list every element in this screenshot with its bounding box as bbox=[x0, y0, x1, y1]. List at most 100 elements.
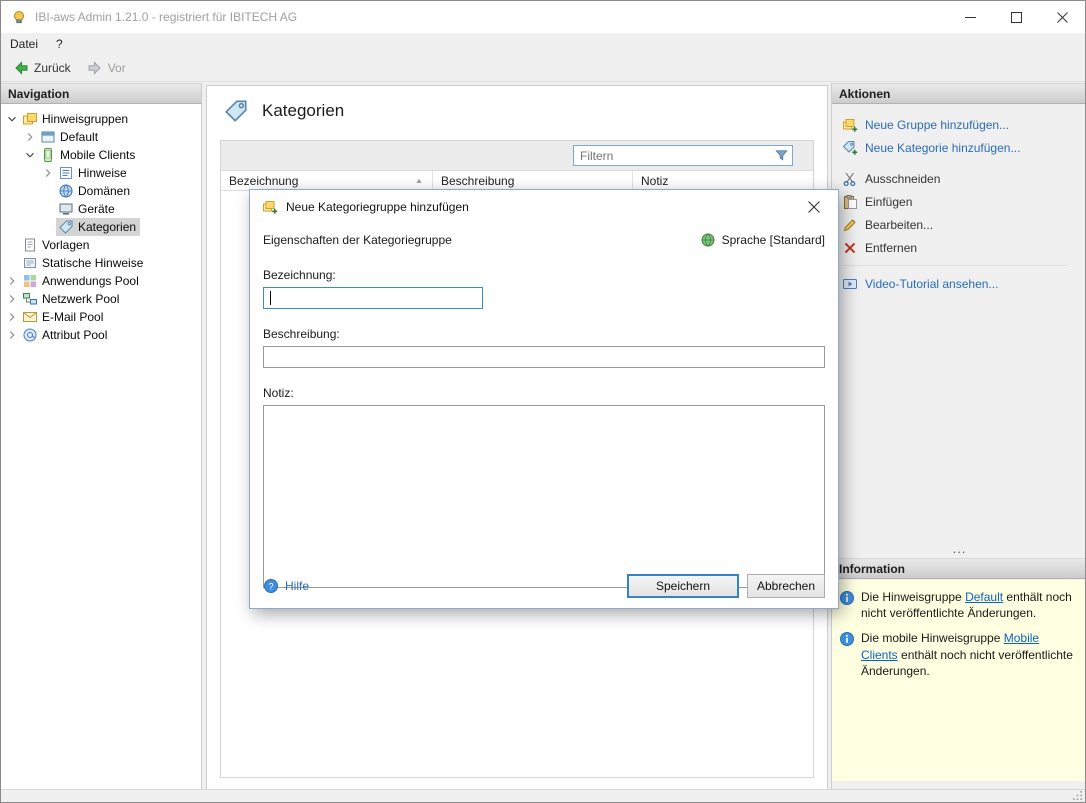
action-ausschneiden[interactable]: Ausschneiden bbox=[842, 167, 1081, 190]
menu-item-datei[interactable]: Datei bbox=[1, 33, 47, 55]
tree-item-vorlagen[interactable]: Vorlagen bbox=[1, 236, 201, 254]
action-video-tutorial-ansehen[interactable]: Video-Tutorial ansehen... bbox=[842, 272, 1081, 295]
action-label: Video-Tutorial ansehen... bbox=[865, 277, 998, 291]
bezeichnung-input[interactable] bbox=[263, 287, 483, 309]
tag-icon bbox=[58, 219, 74, 235]
tree-item-kategorien[interactable]: Kategorien bbox=[1, 218, 201, 236]
help-label: Hilfe bbox=[285, 579, 309, 593]
svg-text:?: ? bbox=[268, 581, 273, 591]
back-button[interactable]: Zurück bbox=[5, 55, 79, 81]
cut-icon bbox=[842, 171, 858, 187]
tree-item-hinweisgruppen[interactable]: Hinweisgruppen bbox=[1, 110, 201, 128]
dialog-body: Eigenschaften der Kategoriegruppe Sprach… bbox=[263, 224, 825, 562]
forward-button[interactable]: Vor bbox=[79, 55, 134, 81]
column-header-label: Bezeichnung bbox=[229, 174, 298, 188]
action-neue-kategorie-hinzufügen[interactable]: Neue Kategorie hinzufügen... bbox=[842, 136, 1081, 159]
column-header-notiz[interactable]: Notiz bbox=[633, 171, 813, 190]
tree-item-domänen[interactable]: Domänen bbox=[1, 182, 201, 200]
toolbar: Zurück Vor bbox=[1, 55, 1085, 82]
action-bearbeiten[interactable]: Bearbeiten... bbox=[842, 213, 1081, 236]
filter-input[interactable] bbox=[574, 149, 774, 163]
maximize-button[interactable] bbox=[993, 1, 1039, 33]
globe-icon bbox=[700, 232, 716, 248]
actions-separator bbox=[844, 265, 1067, 266]
tree-item-hinweise[interactable]: Hinweise bbox=[1, 164, 201, 182]
tree-item-anwendungs-pool[interactable]: Anwendungs Pool bbox=[1, 272, 201, 290]
close-button[interactable] bbox=[1039, 1, 1085, 33]
chevron-down-icon[interactable] bbox=[23, 148, 38, 162]
maximize-icon bbox=[1011, 12, 1022, 23]
forward-arrow-icon bbox=[87, 60, 103, 76]
chevron-right-icon[interactable] bbox=[41, 166, 56, 180]
chevron-down-icon[interactable] bbox=[5, 112, 20, 126]
help-link[interactable]: ? Hilfe bbox=[263, 578, 309, 594]
close-icon bbox=[1057, 12, 1068, 23]
minimize-button[interactable] bbox=[947, 1, 993, 33]
chevron-spacer bbox=[41, 220, 56, 234]
attribute-icon bbox=[22, 327, 38, 343]
speichern-button[interactable]: Speichern bbox=[627, 574, 739, 598]
dialog-titlebar: Neue Kategoriegruppe hinzufügen bbox=[250, 190, 838, 224]
titlebar: IBI-aws Admin 1.21.0 - registriert für I… bbox=[1, 1, 1085, 33]
tree-item-label: Attribut Pool bbox=[42, 328, 107, 342]
info-text-prefix: Die Hinweisgruppe bbox=[861, 590, 965, 604]
actions-pane: Aktionen Neue Gruppe hinzufügen...Neue K… bbox=[831, 83, 1086, 791]
tree-item-e-mail-pool[interactable]: E-Mail Pool bbox=[1, 308, 201, 326]
filter-bar bbox=[221, 141, 813, 171]
template-icon bbox=[22, 237, 38, 253]
tree-item-label: Hinweise bbox=[78, 166, 127, 180]
action-einfügen[interactable]: Einfügen bbox=[842, 190, 1081, 213]
dialog-close-button[interactable] bbox=[802, 195, 826, 219]
remove-icon bbox=[842, 240, 858, 256]
tree-item-mobile-clients[interactable]: Mobile Clients bbox=[1, 146, 201, 164]
tree-item-netzwerk-pool[interactable]: Netzwerk Pool bbox=[1, 290, 201, 308]
navigation-header: Navigation bbox=[1, 83, 201, 104]
actions-overflow[interactable]: ... bbox=[832, 543, 1086, 555]
chevron-right-icon[interactable] bbox=[23, 130, 38, 144]
tree-item-attribut-pool[interactable]: Attribut Pool bbox=[1, 326, 201, 344]
tree-item-statische-hinweise[interactable]: Statische Hinweise bbox=[1, 254, 201, 272]
action-neue-gruppe-hinzufügen[interactable]: Neue Gruppe hinzufügen... bbox=[842, 113, 1081, 136]
column-header-beschreibung[interactable]: Beschreibung bbox=[433, 171, 633, 190]
forward-button-label: Vor bbox=[108, 61, 126, 75]
mobile-icon bbox=[40, 147, 56, 163]
actions-list: Neue Gruppe hinzufügen...Neue Kategorie … bbox=[832, 104, 1086, 295]
chevron-right-icon[interactable] bbox=[5, 328, 20, 342]
content-title: Kategorien bbox=[207, 86, 827, 124]
filter-box bbox=[573, 145, 793, 166]
mail-icon bbox=[22, 309, 38, 325]
information-list: Die Hinweisgruppe Default enthält noch n… bbox=[832, 580, 1086, 781]
tree-item-default[interactable]: Default bbox=[1, 128, 201, 146]
abbrechen-button[interactable]: Abbrechen bbox=[747, 574, 825, 598]
action-label: Bearbeiten... bbox=[865, 218, 933, 232]
info-link[interactable]: Default bbox=[965, 590, 1003, 604]
chevron-spacer bbox=[5, 238, 20, 252]
close-icon bbox=[808, 201, 820, 213]
tree-item-label: Geräte bbox=[78, 202, 115, 216]
beschreibung-input[interactable] bbox=[263, 346, 825, 368]
device-icon bbox=[58, 201, 74, 217]
chevron-right-icon[interactable] bbox=[5, 292, 20, 306]
back-button-label: Zurück bbox=[34, 61, 71, 75]
navigation-pane: Navigation HinweisgruppenDefaultMobile C… bbox=[1, 83, 202, 791]
apps-icon bbox=[22, 273, 38, 289]
notiz-textarea[interactable] bbox=[263, 405, 825, 588]
resize-grip-icon[interactable] bbox=[1072, 790, 1083, 801]
tree-item-geräte[interactable]: Geräte bbox=[1, 200, 201, 218]
group-icon bbox=[22, 111, 38, 127]
window-controls bbox=[947, 1, 1085, 33]
language-selector[interactable]: Sprache [Standard] bbox=[700, 232, 825, 248]
column-header-label: Notiz bbox=[641, 174, 668, 188]
text-caret bbox=[270, 291, 271, 305]
list-icon bbox=[58, 165, 74, 181]
chevron-right-icon[interactable] bbox=[5, 274, 20, 288]
static-icon bbox=[22, 255, 38, 271]
tree-item-label: Domänen bbox=[78, 184, 130, 198]
action-entfernen[interactable]: Entfernen bbox=[842, 236, 1081, 259]
menu-item-help[interactable]: ? bbox=[47, 33, 72, 55]
chevron-right-icon[interactable] bbox=[5, 310, 20, 324]
action-label: Ausschneiden bbox=[865, 172, 940, 186]
column-header-bezeichnung[interactable]: Bezeichnung bbox=[221, 171, 433, 190]
network-icon bbox=[22, 291, 38, 307]
filter-icon[interactable] bbox=[774, 148, 789, 163]
